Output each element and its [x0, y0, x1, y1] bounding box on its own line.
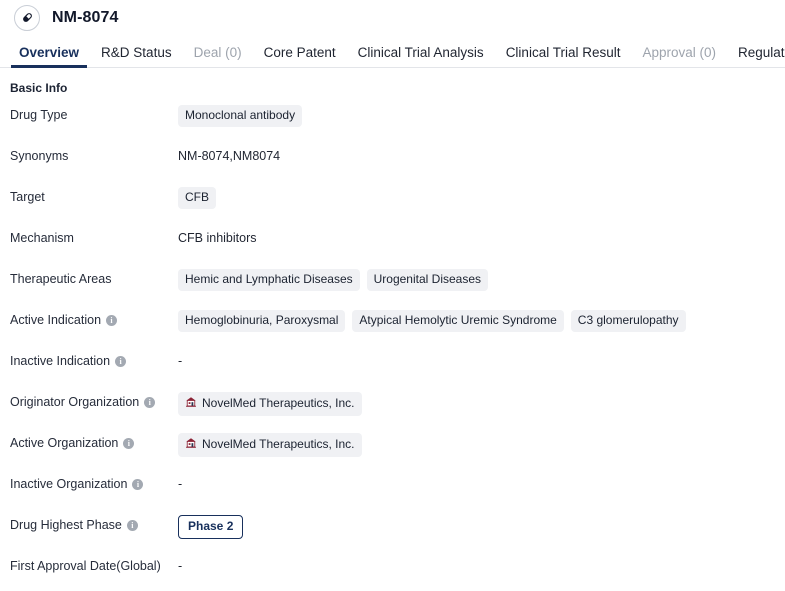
row-value-active-organization: NovelMed Therapeutics, Inc.: [178, 427, 785, 457]
row-label-text: Inactive Indication: [10, 354, 111, 368]
row-label-drug-type: Drug Type: [0, 99, 178, 123]
chip-active-indication[interactable]: Atypical Hemolytic Uremic Syndrome: [352, 310, 564, 332]
row-label-text: Mechanism: [10, 231, 74, 245]
row-label-text: Synonyms: [10, 149, 69, 163]
tab-regulation[interactable]: Regulation: [727, 45, 785, 68]
tab-overview[interactable]: Overview: [8, 45, 90, 68]
row-label-text: Active Organization: [10, 436, 119, 450]
row-label-mechanism: Mechanism: [0, 222, 178, 246]
tab-core-patent[interactable]: Core Patent: [253, 45, 347, 68]
page-title: NM-8074: [52, 8, 119, 26]
tab-rd-status[interactable]: R&D Status: [90, 45, 183, 68]
chip-active-indication[interactable]: C3 glomerulopathy: [570, 310, 686, 332]
chip-label: NovelMed Therapeutics, Inc.: [202, 396, 355, 410]
row-label-text: Drug Highest Phase: [10, 518, 122, 532]
row-value-first-approval-date: -: [178, 550, 785, 574]
info-circle-icon[interactable]: i: [123, 438, 135, 449]
company-building-icon: [185, 396, 197, 412]
row-label-active-indication: Active Indication i: [0, 304, 178, 328]
tab-bar: Overview R&D Status Deal (0) Core Patent…: [0, 35, 785, 68]
row-label-text: Drug Type: [10, 108, 68, 122]
page-header: NM-8074: [0, 0, 785, 35]
row-value-active-indication: Hemoglobinuria, Paroxysmal Atypical Hemo…: [178, 304, 785, 332]
row-value-mechanism: CFB inhibitors: [178, 222, 785, 246]
empty-value: -: [178, 559, 183, 573]
row-label-text: First Approval Date(Global): [10, 559, 161, 573]
row-label-inactive-organization: Inactive Organization i: [0, 468, 178, 492]
chip-drug-type[interactable]: Monoclonal antibody: [178, 105, 303, 127]
info-circle-icon[interactable]: i: [106, 315, 118, 326]
table-row: Mechanism CFB inhibitors: [0, 222, 785, 263]
chip-active-organization[interactable]: NovelMed Therapeutics, Inc.: [178, 433, 362, 457]
tab-deal[interactable]: Deal (0): [183, 45, 253, 68]
chip-therapeutic-area[interactable]: Urogenital Diseases: [366, 269, 489, 291]
capsule-pill-icon: [14, 4, 40, 31]
tab-clinical-trial-result[interactable]: Clinical Trial Result: [495, 45, 632, 68]
info-circle-icon[interactable]: i: [126, 520, 138, 531]
empty-value: -: [178, 477, 183, 491]
row-label-drug-highest-phase: Drug Highest Phase i: [0, 509, 178, 533]
section-title-basic-info: Basic Info: [10, 81, 68, 95]
row-label-text: Target: [10, 190, 45, 204]
row-value-inactive-organization: -: [178, 468, 785, 492]
row-label-originator-organization: Originator Organization i: [0, 386, 178, 410]
table-row: Active Organization i NovelMed Therapeut…: [0, 427, 785, 468]
chip-label: NovelMed Therapeutics, Inc.: [202, 437, 355, 451]
row-label-text: Inactive Organization: [10, 477, 128, 491]
row-value-target: CFB: [178, 181, 785, 209]
info-circle-icon[interactable]: i: [144, 397, 156, 408]
basic-info-table: Drug Type Monoclonal antibody Synonyms N…: [0, 99, 785, 591]
row-label-synonyms: Synonyms: [0, 140, 178, 164]
table-row: Drug Type Monoclonal antibody: [0, 99, 785, 140]
table-row: Inactive Organization i -: [0, 468, 785, 509]
empty-value: -: [178, 354, 183, 368]
table-row: Originator Organization i NovelMed Thera…: [0, 386, 785, 427]
row-label-inactive-indication: Inactive Indication i: [0, 345, 178, 369]
row-label-target: Target: [0, 181, 178, 205]
chip-originator-organization[interactable]: NovelMed Therapeutics, Inc.: [178, 392, 362, 416]
row-value-inactive-indication: -: [178, 345, 785, 369]
status-badge-phase[interactable]: Phase 2: [178, 515, 244, 539]
table-row: Therapeutic Areas Hemic and Lymphatic Di…: [0, 263, 785, 304]
info-circle-icon[interactable]: i: [132, 479, 144, 490]
row-label-first-approval-date: First Approval Date(Global): [0, 550, 178, 574]
company-building-icon: [185, 437, 197, 453]
chip-target[interactable]: CFB: [178, 187, 216, 209]
table-row: Active Indication i Hemoglobinuria, Paro…: [0, 304, 785, 345]
row-value-drug-type: Monoclonal antibody: [178, 99, 785, 127]
row-label-text: Therapeutic Areas: [10, 272, 112, 286]
row-value-drug-highest-phase: Phase 2: [178, 509, 785, 539]
chip-therapeutic-area[interactable]: Hemic and Lymphatic Diseases: [178, 269, 360, 291]
info-circle-icon[interactable]: i: [115, 356, 127, 367]
row-label-therapeutic-areas: Therapeutic Areas: [0, 263, 178, 287]
row-label-text: Originator Organization: [10, 395, 140, 409]
synonyms-text: NM-8074,NM8074: [178, 149, 281, 163]
row-value-therapeutic-areas: Hemic and Lymphatic Diseases Urogenital …: [178, 263, 785, 291]
table-row: Inactive Indication i -: [0, 345, 785, 386]
row-value-synonyms: NM-8074,NM8074: [178, 140, 785, 164]
table-row: Drug Highest Phase i Phase 2: [0, 509, 785, 550]
row-label-text: Active Indication: [10, 313, 102, 327]
table-row: Synonyms NM-8074,NM8074: [0, 140, 785, 181]
chip-active-indication[interactable]: Hemoglobinuria, Paroxysmal: [178, 310, 346, 332]
row-label-active-organization: Active Organization i: [0, 427, 178, 451]
mechanism-text: CFB inhibitors: [178, 231, 257, 245]
row-value-originator-organization: NovelMed Therapeutics, Inc.: [178, 386, 785, 416]
table-row: First Approval Date(Global) -: [0, 550, 785, 591]
tab-clinical-trial-analysis[interactable]: Clinical Trial Analysis: [347, 45, 495, 68]
tab-approval[interactable]: Approval (0): [631, 45, 727, 68]
table-row: Target CFB: [0, 181, 785, 222]
